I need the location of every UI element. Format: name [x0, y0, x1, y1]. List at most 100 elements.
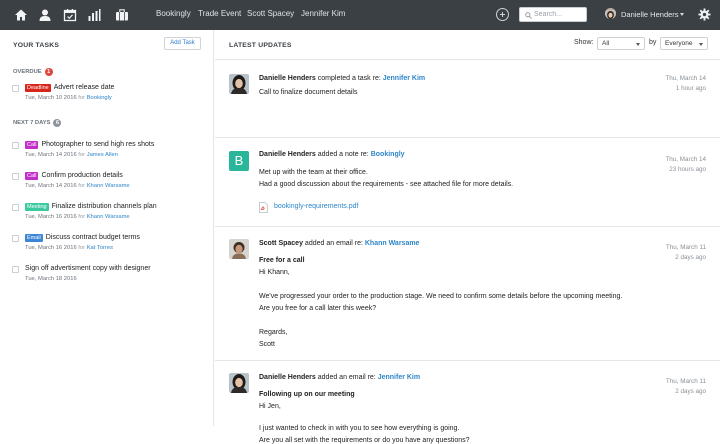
update-action: completed a task re: [317, 75, 381, 82]
update-author[interactable]: Danielle Henders [259, 374, 316, 381]
update-action: added an email re: [317, 374, 376, 381]
update-body-line: Call to finalize document details [259, 89, 358, 96]
update-author[interactable]: Danielle Henders [259, 75, 316, 82]
task-checkbox[interactable] [12, 204, 19, 211]
overdue-label: OVERDUE [13, 69, 42, 75]
update-link[interactable]: Jennifer Kim [378, 374, 420, 381]
task-date: Tue, March 16 2016 [25, 214, 77, 220]
search-icon [525, 11, 532, 19]
task-date: Tue, March 18 2016 [25, 276, 77, 282]
task-checkbox[interactable] [12, 266, 19, 273]
task-item[interactable]: Deadline Advert release date Tue, March 1… [12, 84, 208, 112]
task-date: Tue, March 16 2016 [25, 245, 77, 251]
update-body-line: Hi Khann, [259, 269, 290, 276]
task-checkbox[interactable] [12, 235, 19, 242]
update-time: Thu, March 14 23 hours ago [665, 156, 706, 173]
tasks-panel: YOUR TASKS Add Task OVERDUE 1 Deadline Adv… [0, 30, 214, 426]
update-item: Scott Spacey added an email re: Khann Wa… [215, 239, 720, 359]
next-7-days-header: NEXT 7 DAYS 6 [13, 119, 62, 127]
task-tag-meeting: Meeting [25, 203, 49, 211]
calendar-icon[interactable] [63, 8, 77, 22]
gear-icon[interactable] [698, 8, 711, 21]
nav-link-jennifer-kim[interactable]: Jennifer Kim [301, 9, 345, 18]
task-tag-call: Call [25, 141, 39, 149]
task-contact-link[interactable]: Khann Warsame [87, 183, 130, 189]
by-filter-select[interactable]: Everyone [660, 37, 708, 50]
task-date: Tue, March 14 2016 [25, 152, 77, 158]
update-time: Thu, March 11 2 days ago [665, 244, 706, 261]
nav-link-trade-event[interactable]: Trade Event [198, 9, 241, 18]
task-tag-call: Call [25, 172, 39, 180]
task-item[interactable]: Sign off advertisment copy with designer… [12, 265, 208, 293]
task-title[interactable]: Advert release date [54, 84, 115, 91]
update-body-line: Met up with the team at their office. [259, 169, 368, 176]
add-task-button[interactable]: Add Task [164, 37, 201, 50]
task-checkbox[interactable] [12, 173, 19, 180]
attachment-link[interactable]: bookingly-requirements.pdf [274, 203, 358, 210]
task-item[interactable]: Call Photographer to send high res shots … [12, 141, 208, 169]
by-label: by [649, 39, 657, 46]
pdf-file-icon [259, 202, 268, 213]
bar-chart-icon[interactable] [87, 8, 101, 22]
email-subject: Free for a call [259, 257, 305, 264]
search-input[interactable] [534, 9, 584, 20]
task-title[interactable]: Confirm production details [41, 172, 122, 179]
update-item: B Danielle Henders added a note re: Book… [215, 120, 720, 220]
update-body-line: Regards, [259, 329, 288, 336]
avatar[interactable] [229, 74, 249, 94]
avatar[interactable] [229, 239, 249, 259]
top-nav-bar: Bookingly Trade Event Scott Spacey Jenni… [0, 0, 720, 30]
home-icon[interactable] [14, 8, 28, 22]
nav-link-bookingly[interactable]: Bookingly [156, 9, 191, 18]
avatar[interactable]: B [229, 151, 249, 171]
task-contact-link[interactable]: Kat Torres [87, 245, 113, 251]
task-title[interactable]: Discuss contract budget terms [46, 234, 140, 241]
update-body-line: Had a good discussion about the requirem… [259, 181, 514, 188]
update-body-line: Are you free for a call later this week? [259, 305, 377, 312]
task-contact-link[interactable]: Bookingly [87, 95, 112, 101]
task-title[interactable]: Finalize distribution channels plan [52, 203, 157, 210]
plus-circle-icon[interactable] [496, 8, 509, 21]
update-action: added an email re: [304, 240, 363, 247]
update-link[interactable]: Jennifer Kim [383, 75, 425, 82]
task-contact-link[interactable]: James Allen [87, 152, 118, 158]
task-tag-email: Email [25, 234, 43, 242]
task-item[interactable]: Meeting Finalize distribution channels pl… [12, 203, 208, 231]
update-body-line: I just wanted to check in with you to se… [259, 425, 460, 432]
show-filter-select[interactable]: All [597, 37, 645, 50]
update-author[interactable]: Scott Spacey [259, 240, 303, 247]
person-icon[interactable] [38, 8, 52, 22]
task-title[interactable]: Sign off advertisment copy with designer [25, 265, 151, 272]
chevron-down-icon[interactable] [680, 13, 684, 16]
update-author[interactable]: Danielle Henders [259, 151, 316, 158]
user-avatar[interactable] [605, 8, 616, 19]
avatar[interactable] [229, 373, 249, 393]
divider [215, 226, 720, 227]
task-title[interactable]: Photographer to send high res shots [41, 141, 154, 148]
task-date: Tue, March 10 2016 [25, 95, 77, 101]
task-date: Tue, March 14 2016 [25, 183, 77, 189]
update-link[interactable]: Khann Warsame [365, 240, 420, 247]
update-link[interactable]: Bookingly [371, 151, 405, 158]
update-action: added a note re: [317, 151, 369, 158]
task-item[interactable]: Call Confirm production details Tue, Marc… [12, 172, 208, 200]
nav-link-scott-spacey[interactable]: Scott Spacey [247, 9, 294, 18]
update-body-line: Scott [259, 341, 275, 348]
task-contact-link[interactable]: Khann Warsame [87, 214, 130, 220]
overdue-count-badge: 1 [44, 68, 53, 76]
briefcase-icon[interactable] [115, 8, 129, 22]
task-item[interactable]: Email Discuss contract budget terms Tue, … [12, 234, 208, 262]
task-checkbox[interactable] [12, 85, 19, 92]
overdue-header: OVERDUE 1 [13, 68, 53, 76]
search-box[interactable] [519, 7, 587, 22]
divider [215, 59, 720, 60]
update-item: Danielle Henders added an email re: Jenn… [215, 373, 720, 444]
chevron-down-icon [636, 42, 640, 46]
task-checkbox[interactable] [12, 142, 19, 149]
show-label: Show: [574, 39, 594, 46]
next-7-days-label: NEXT 7 DAYS [13, 120, 51, 126]
update-body-line: We've progressed your order to the produ… [259, 293, 623, 300]
user-name[interactable]: Danielle Henders [621, 10, 679, 19]
next-count-badge: 6 [53, 119, 62, 127]
show-filter-value: All [602, 40, 610, 47]
